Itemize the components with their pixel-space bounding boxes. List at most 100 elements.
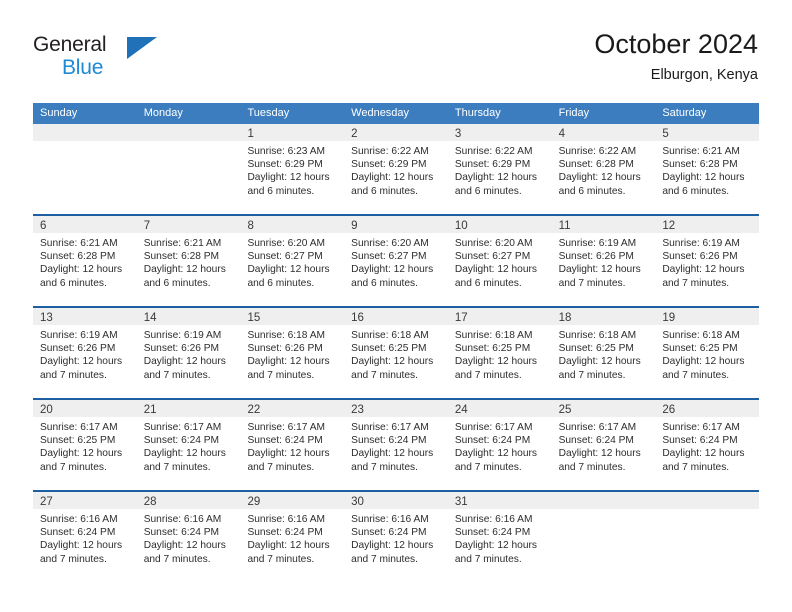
daylight-text-line2: and 7 minutes. bbox=[454, 461, 522, 473]
calendar-day-cell[interactable]: 26 Sunrise: 6:17 AM Sunset: 6:24 PM Dayligh… bbox=[655, 400, 760, 490]
daylight-text-line1: Daylight: 12 hours bbox=[143, 540, 226, 552]
calendar-day-cell[interactable]: 31 Sunrise: 6:16 AM Sunset: 6:24 PM Dayligh… bbox=[447, 492, 552, 582]
daylight-text-line1: Daylight: 12 hours bbox=[558, 264, 641, 276]
daylight-text-line2: and 7 minutes. bbox=[662, 369, 730, 381]
day-details: Sunrise: 6:17 AM Sunset: 6:24 PM Daylight:… bbox=[448, 417, 552, 474]
day-number-band: 1 bbox=[240, 124, 345, 141]
sunset-text: Sunset: 6:24 PM bbox=[351, 527, 427, 539]
daylight-text-line2: and 7 minutes. bbox=[143, 369, 211, 381]
day-number-band: 29 bbox=[240, 492, 345, 509]
daylight-text-line2: and 7 minutes. bbox=[662, 461, 730, 473]
day-number-band bbox=[33, 124, 137, 141]
calendar-day-cell-empty bbox=[33, 124, 137, 214]
calendar-day-cell[interactable]: 28 Sunrise: 6:16 AM Sunset: 6:24 PM Dayligh… bbox=[136, 492, 241, 582]
calendar-day-cell[interactable]: 27 Sunrise: 6:16 AM Sunset: 6:24 PM Dayligh… bbox=[33, 492, 137, 582]
calendar-day-cell[interactable]: 29 Sunrise: 6:16 AM Sunset: 6:24 PM Dayligh… bbox=[240, 492, 345, 582]
calendar-week-row: 1 Sunrise: 6:23 AM Sunset: 6:29 PM Daylight… bbox=[33, 124, 760, 214]
calendar-day-cell[interactable]: 17 Sunrise: 6:18 AM Sunset: 6:25 PM Dayligh… bbox=[447, 308, 552, 398]
sunset-text: Sunset: 6:24 PM bbox=[454, 527, 531, 539]
sunrise-text: Sunrise: 6:22 AM bbox=[558, 146, 637, 157]
calendar-day-cell[interactable]: 21 Sunrise: 6:17 AM Sunset: 6:24 PM Dayligh… bbox=[136, 400, 241, 490]
calendar-day-cell[interactable]: 7 Sunrise: 6:21 AM Sunset: 6:28 PM Daylight… bbox=[136, 216, 241, 306]
day-number-band: 9 bbox=[344, 216, 448, 233]
calendar-day-cell[interactable]: 6 Sunrise: 6:21 AM Sunset: 6:28 PM Daylight… bbox=[33, 216, 137, 306]
calendar-day-cell[interactable]: 20 Sunrise: 6:17 AM Sunset: 6:25 PM Dayligh… bbox=[33, 400, 137, 490]
calendar-grid: Sunday Monday Tuesday Wednesday Thursday… bbox=[33, 103, 760, 582]
calendar-day-cell[interactable]: 8 Sunrise: 6:20 AM Sunset: 6:27 PM Daylight… bbox=[240, 216, 345, 306]
logo-text-blue: Blue bbox=[62, 56, 104, 79]
day-number: 28 bbox=[143, 496, 157, 508]
sunset-text: Sunset: 6:25 PM bbox=[40, 435, 116, 447]
calendar-day-cell[interactable]: 4 Sunrise: 6:22 AM Sunset: 6:28 PM Daylight… bbox=[551, 124, 656, 214]
sunset-text: Sunset: 6:29 PM bbox=[247, 159, 323, 171]
general-blue-logo[interactable]: General Blue bbox=[33, 33, 157, 85]
day-number: 24 bbox=[454, 404, 468, 416]
day-details: Sunrise: 6:20 AM Sunset: 6:27 PM Daylight:… bbox=[240, 233, 344, 290]
sunrise-text: Sunrise: 6:16 AM bbox=[143, 514, 222, 525]
daylight-text-line1: Daylight: 12 hours bbox=[351, 356, 434, 368]
daylight-text-line1: Daylight: 12 hours bbox=[143, 264, 226, 276]
calendar-week-row: 20 Sunrise: 6:17 AM Sunset: 6:25 PM Dayligh… bbox=[33, 398, 760, 490]
day-number-band: 4 bbox=[551, 124, 656, 141]
day-number-band: 18 bbox=[551, 308, 656, 325]
daylight-text-line2: and 7 minutes. bbox=[40, 461, 107, 473]
day-details: Sunrise: 6:23 AM Sunset: 6:29 PM Daylight:… bbox=[240, 141, 344, 198]
daylight-text-line2: and 7 minutes. bbox=[143, 553, 211, 565]
calendar-day-cell[interactable]: 24 Sunrise: 6:17 AM Sunset: 6:24 PM Dayligh… bbox=[447, 400, 552, 490]
calendar-day-cell[interactable]: 1 Sunrise: 6:23 AM Sunset: 6:29 PM Daylight… bbox=[240, 124, 345, 214]
day-number-band: 7 bbox=[136, 216, 241, 233]
calendar-day-cell-empty bbox=[655, 492, 760, 582]
day-details: Sunrise: 6:19 AM Sunset: 6:26 PM Daylight:… bbox=[137, 325, 241, 382]
day-number-band: 5 bbox=[655, 124, 760, 141]
daylight-text-line2: and 7 minutes. bbox=[454, 553, 522, 565]
daylight-text-line1: Daylight: 12 hours bbox=[40, 356, 123, 368]
daylight-text-line1: Daylight: 12 hours bbox=[662, 264, 745, 276]
day-number: 30 bbox=[351, 496, 364, 508]
calendar-day-cell[interactable]: 18 Sunrise: 6:18 AM Sunset: 6:25 PM Dayligh… bbox=[551, 308, 656, 398]
sunset-text: Sunset: 6:28 PM bbox=[143, 251, 220, 263]
calendar-day-cell[interactable]: 22 Sunrise: 6:17 AM Sunset: 6:24 PM Dayligh… bbox=[240, 400, 345, 490]
calendar-day-cell[interactable]: 15 Sunrise: 6:18 AM Sunset: 6:26 PM Dayligh… bbox=[240, 308, 345, 398]
sunset-text: Sunset: 6:24 PM bbox=[247, 435, 323, 447]
calendar-day-cell[interactable]: 11 Sunrise: 6:19 AM Sunset: 6:26 PM Dayligh… bbox=[551, 216, 656, 306]
calendar-day-cell[interactable]: 30 Sunrise: 6:16 AM Sunset: 6:24 PM Dayligh… bbox=[344, 492, 448, 582]
day-number-band: 19 bbox=[655, 308, 760, 325]
daylight-text-line2: and 7 minutes. bbox=[558, 369, 626, 381]
day-number-band bbox=[136, 124, 241, 141]
calendar-day-cell[interactable]: 19 Sunrise: 6:18 AM Sunset: 6:25 PM Dayligh… bbox=[655, 308, 760, 398]
sunrise-text: Sunrise: 6:19 AM bbox=[558, 238, 637, 249]
day-details: Sunrise: 6:20 AM Sunset: 6:27 PM Daylight:… bbox=[344, 233, 448, 290]
daylight-text-line1: Daylight: 12 hours bbox=[454, 172, 537, 184]
calendar-day-cell[interactable]: 10 Sunrise: 6:20 AM Sunset: 6:27 PM Dayligh… bbox=[447, 216, 552, 306]
sunrise-text: Sunrise: 6:18 AM bbox=[662, 330, 740, 341]
calendar-day-cell[interactable]: 12 Sunrise: 6:19 AM Sunset: 6:26 PM Dayligh… bbox=[655, 216, 760, 306]
day-number-band: 16 bbox=[344, 308, 448, 325]
calendar-day-cell[interactable]: 23 Sunrise: 6:17 AM Sunset: 6:24 PM Dayligh… bbox=[344, 400, 448, 490]
calendar-day-cell[interactable]: 5 Sunrise: 6:21 AM Sunset: 6:28 PM Daylight… bbox=[655, 124, 760, 214]
sunset-text: Sunset: 6:25 PM bbox=[662, 343, 738, 355]
title-block: October 2024 Elburgon, Kenya bbox=[594, 28, 758, 84]
day-details: Sunrise: 6:21 AM Sunset: 6:28 PM Daylight:… bbox=[655, 141, 759, 198]
daylight-text-line1: Daylight: 12 hours bbox=[40, 540, 123, 552]
calendar-day-cell[interactable]: 16 Sunrise: 6:18 AM Sunset: 6:25 PM Dayligh… bbox=[344, 308, 448, 398]
day-number-band: 22 bbox=[240, 400, 345, 417]
day-number: 9 bbox=[351, 220, 358, 232]
sunset-text: Sunset: 6:24 PM bbox=[247, 527, 323, 539]
calendar-day-cell[interactable]: 9 Sunrise: 6:20 AM Sunset: 6:27 PM Daylight… bbox=[344, 216, 448, 306]
daylight-text-line2: and 7 minutes. bbox=[558, 277, 626, 289]
daylight-text-line2: and 6 minutes. bbox=[247, 277, 315, 289]
day-number: 21 bbox=[143, 404, 157, 416]
daylight-text-line1: Daylight: 12 hours bbox=[662, 448, 745, 460]
calendar-day-cell[interactable]: 25 Sunrise: 6:17 AM Sunset: 6:24 PM Dayligh… bbox=[551, 400, 656, 490]
calendar-day-cell[interactable]: 13 Sunrise: 6:19 AM Sunset: 6:26 PM Dayligh… bbox=[33, 308, 137, 398]
sunset-text: Sunset: 6:25 PM bbox=[454, 343, 531, 355]
daylight-text-line2: and 7 minutes. bbox=[351, 553, 418, 565]
weekday-header-wednesday: Wednesday bbox=[351, 107, 410, 119]
day-number: 11 bbox=[558, 220, 571, 232]
calendar-day-cell[interactable]: 3 Sunrise: 6:22 AM Sunset: 6:29 PM Daylight… bbox=[447, 124, 552, 214]
daylight-text-line2: and 6 minutes. bbox=[454, 185, 522, 197]
calendar-day-cell[interactable]: 2 Sunrise: 6:22 AM Sunset: 6:29 PM Daylight… bbox=[344, 124, 448, 214]
weekday-header-monday: Monday bbox=[143, 107, 183, 119]
sunrise-text: Sunrise: 6:19 AM bbox=[40, 330, 118, 341]
calendar-day-cell[interactable]: 14 Sunrise: 6:19 AM Sunset: 6:26 PM Dayligh… bbox=[136, 308, 241, 398]
